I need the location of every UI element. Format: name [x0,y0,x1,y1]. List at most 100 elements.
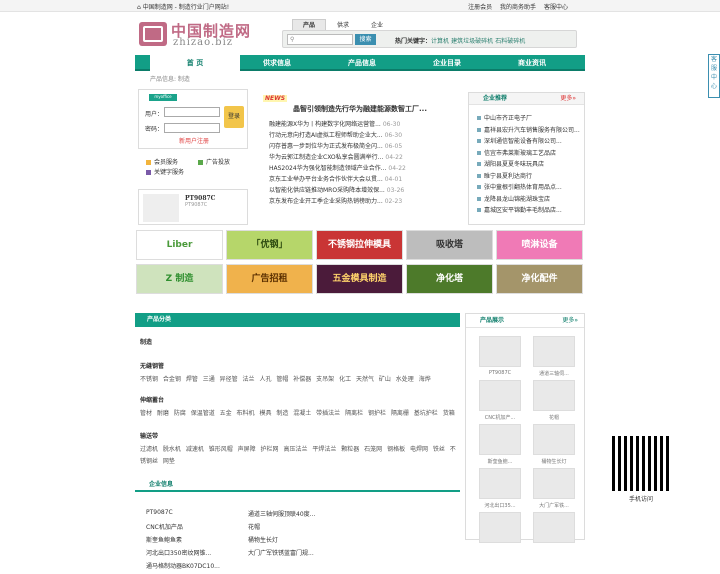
category-title[interactable]: 无缝钢管 [140,361,458,370]
banner-ad[interactable]: 「优钢」 [226,230,313,260]
keyword-service-link[interactable]: 关键字服务 [146,167,184,176]
showcase-label: 大门广军铁... [539,503,569,509]
news-headline[interactable]: 晶智引领制造先行华为融建能源数智工厂... [293,104,427,114]
banner-ad[interactable]: 喷淋设备 [496,230,583,260]
nav-products[interactable]: 产品信息 [317,55,407,71]
company-item[interactable]: 信宜市弗莱斯玻璃工艺品店 [477,148,584,160]
login-button[interactable]: 登录 [224,106,244,128]
showcase-item[interactable]: CNC机加产... [478,380,522,421]
company-link[interactable]: 斯奎鱼鲍鱼素 [146,535,248,546]
company-item[interactable]: 睢宁县夏利达商行 [477,171,584,183]
company-link[interactable]: 通马格制动器BK07DC10... [146,561,248,572]
company-item[interactable]: 嘉祥县宏升汽车销售服务有限公司... [477,125,584,137]
featured-product[interactable]: PT9087C PT9087C [138,189,248,225]
news-item[interactable]: 闪存普惠一步到位华为正式发布极简全闪... 06-05 [269,141,459,152]
company-link[interactable]: 通道三轴伺服顶联40度... [248,509,350,520]
show-more-link[interactable]: 更多» [562,314,578,328]
register-link[interactable]: 新用户注册 [179,136,209,145]
showcase-image [533,336,575,367]
banner-ad[interactable]: 吸收塔 [406,230,493,260]
nav-home[interactable]: 首 页 [150,55,240,71]
side-service-tab[interactable]: 客服中心 [708,54,720,98]
showcase-item[interactable]: PT9087C [478,336,522,376]
category-links[interactable]: 不锈钢 合金钢 焊管 三通 异径管 法兰 人孔 管帽 补偿器 支吊架 化工 天然… [140,374,458,386]
company-link[interactable]: 河北出口350密纹网锥... [146,548,248,559]
banner-ad[interactable]: 广告招租 [226,264,313,294]
qr-code-block[interactable]: 手机访问 [610,436,672,506]
company-link[interactable]: CNC机加产品 [146,522,248,533]
category-title[interactable]: 制造 [140,337,458,346]
site-logo[interactable]: 中国制造网 zhizao.biz [139,20,259,48]
login-panel: myoffice 用户： 密码： 登录 新用户注册 [138,89,248,149]
showcase-item[interactable]: 斯奎鱼鲍... [478,424,522,465]
news-item[interactable]: HAS2024华为强化智能制造领域产业合作... 04-22 [269,163,459,174]
user-label: 用户： [145,111,164,118]
showcase-item[interactable]: 河北出口35... [478,468,522,509]
register-link[interactable]: 注册会员 [468,4,492,11]
showcase-item[interactable]: 桶物生长灯 [532,424,576,465]
showcase-item[interactable] [478,512,522,546]
showcase-item[interactable]: 通道三轴伺... [532,336,576,377]
category-links[interactable]: 管材 耐磨 防腐 保温管道 五金 布料机 模具 制造 混凝土 带插法兰 隔离栏 … [140,408,458,420]
company-item[interactable]: 湖阳县夏夏冬味玩具店 [477,159,584,171]
showcase-item[interactable] [532,512,576,546]
logo-mark [139,22,167,46]
company-item[interactable]: 龙降县龙山锦能湖珠宝店 [477,194,584,206]
company-link[interactable]: 大门广军铁锈蓝富门规... [248,548,350,559]
assistant-link[interactable]: 我的商务助手 [500,4,536,11]
banner-ad[interactable]: 净化塔 [406,264,493,294]
banner-ad[interactable]: 五金模具制造 [316,264,403,294]
showcase-item[interactable]: 花帽 [532,380,576,421]
home-text: 中国制造网 - 制造行业门户网站! [142,4,230,11]
company-link[interactable]: 桶物生长灯 [248,535,350,546]
category-title[interactable]: 伸缩蓄台 [140,395,458,404]
nav-supply[interactable]: 供求信息 [232,55,322,71]
showcase-label: 桶物生长灯 [541,459,567,465]
showcase-item[interactable]: 大门广军铁... [532,468,576,509]
product-image [143,194,179,222]
ad-service-link[interactable]: 广告投放 [198,157,230,166]
company-item[interactable]: 张中童根引翻热体育用品点... [477,182,584,194]
hot-keyword[interactable]: 计算机 [431,38,449,45]
company-link[interactable]: 花帽 [248,522,350,533]
showcase-image [479,468,521,499]
member-service-link[interactable]: 会员服务 [146,157,178,166]
home-link[interactable]: ⌂ 中国制造网 - 制造行业门户网站! [137,2,229,11]
news-item[interactable]: 融建能源X华为丨构建数字化网络运营管... 06-30 [269,119,459,130]
hot-keyword[interactable]: 建筑垃圾破碎机 [451,38,493,45]
banner-ad[interactable]: 净化配件 [496,264,583,294]
search-bar: ⚲ 搜索 热门关键字：计算机 建筑垃圾破碎机 石料破碎机 [282,30,577,48]
myoffice-badge: myoffice [149,94,177,101]
username-field[interactable] [164,107,220,117]
main-nav: 首 页 供求信息 产品信息 企业目录 商业资讯 [135,55,585,71]
password-field[interactable] [164,123,220,133]
recommended-companies: 企业推荐 更多» 中山市齐正电子厂 嘉祥县宏升汽车销售服务有限公司... 深圳通信… [468,92,585,225]
hot-keyword[interactable]: 石料破碎机 [495,38,525,45]
banner-ad[interactable]: 不锈钢拉伸模具 [316,230,403,260]
category-title[interactable]: 输送带 [140,431,458,440]
category-links[interactable]: 过滤机 脱水机 减速机 锥形风帽 声屏障 护栏网 高压法兰 平焊法兰 颗粒器 石… [140,444,458,468]
breadcrumb: 产品信息: 制造 [150,76,190,83]
nav-news[interactable]: 商业资讯 [487,55,577,71]
news-item[interactable]: 华为云郭江制造企业CXO私享会圆满举行... 04-22 [269,152,459,163]
side-service-label: 客服中心 [710,56,717,90]
news-item[interactable]: 以智能化供应链推动MRO采购降本增效保... 03-26 [269,185,459,196]
nav-directory[interactable]: 企业目录 [402,55,492,71]
top-links: 注册会员 我的商务助手 客服中心 [462,2,568,11]
category-header: 产品分类 [135,313,460,327]
search-input[interactable]: ⚲ [287,34,353,45]
rec-more-link[interactable]: 更多» [560,93,576,105]
product-subtitle: PT9087C [185,202,208,208]
banner-ad[interactable]: Liber [136,230,223,260]
company-link[interactable]: PT9087C [146,509,248,520]
service-center-link[interactable]: 客服中心 [544,4,568,11]
news-item[interactable]: 京东工业举办平台业务合作伙伴大会以贯... 04-01 [269,174,459,185]
company-item[interactable]: 嘉城区安平锦勤丰毛制品店... [477,205,584,217]
banner-ad[interactable]: Z 制造 [136,264,223,294]
news-item[interactable]: 京东发布企业开工季企业采购热销榜助力... 02-23 [269,196,459,207]
company-item[interactable]: 深圳通信智能设备有限公司... [477,136,584,148]
news-item[interactable]: 行动元意向打造AI虚拟工程师帮助企业大... 06-30 [269,130,459,141]
search-tabs: 产品 供求 企业 [292,19,394,31]
search-button[interactable]: 搜索 [355,34,376,45]
company-item[interactable]: 中山市齐正电子厂 [477,113,584,125]
